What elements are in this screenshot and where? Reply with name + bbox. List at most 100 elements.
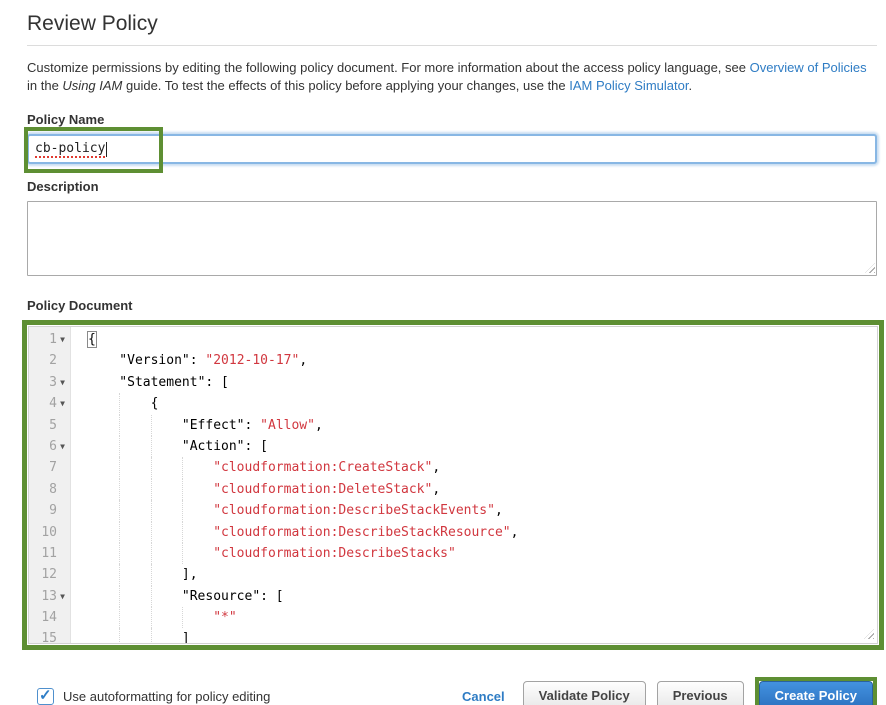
code-line[interactable]: "Version": "2012-10-17",	[70, 350, 307, 371]
code-line[interactable]: ],	[70, 564, 198, 585]
indent-space	[88, 522, 119, 543]
validate-policy-button[interactable]: Validate Policy	[523, 681, 646, 705]
line-number-text: 12	[41, 564, 57, 585]
line-number: 10	[29, 522, 70, 543]
code-line[interactable]: "cloudformation:CreateStack",	[70, 457, 440, 478]
indent-space	[119, 522, 150, 543]
description-field-wrap	[27, 201, 877, 276]
code-line[interactable]: "cloudformation:DescribeStacks"	[70, 543, 456, 564]
json-string-token: "cloudformation:DeleteStack"	[213, 482, 432, 497]
json-plain-token: "Version":	[119, 353, 205, 368]
editor-line: 7 "cloudformation:CreateStack",	[29, 457, 877, 478]
indent-space	[88, 393, 119, 414]
code-line[interactable]: "cloudformation:DeleteStack",	[70, 479, 440, 500]
code-line[interactable]: "Resource": [	[70, 586, 284, 607]
line-number-text: 10	[41, 522, 57, 543]
intro-text: Customize permissions by editing the fol…	[27, 60, 750, 75]
code-line[interactable]: "cloudformation:DescribeStackEvents",	[70, 500, 503, 521]
intro-paragraph: Customize permissions by editing the fol…	[27, 59, 877, 95]
fold-arrow-icon[interactable]: ▼	[57, 586, 68, 607]
json-plain-token: ],	[182, 567, 198, 582]
editor-line: 11 "cloudformation:DescribeStacks"	[29, 543, 877, 564]
editor-line: 5"Effect": "Allow",	[29, 415, 877, 436]
json-plain-token: {	[151, 396, 159, 411]
json-plain-token: ]	[182, 631, 190, 644]
indent-space	[151, 415, 182, 436]
json-plain-token: ,	[495, 503, 503, 518]
policy-document-editor[interactable]: 1▼{2"Version": "2012-10-17",3▼"Statement…	[28, 326, 878, 644]
json-plain-token: "Statement": [	[119, 375, 229, 390]
editor-line: 12],	[29, 564, 877, 585]
indent-space	[119, 564, 150, 585]
editor-line: 6▼"Action": [	[29, 436, 877, 457]
fold-arrow-icon[interactable]: ▼	[57, 393, 68, 414]
editor-line: 2"Version": "2012-10-17",	[29, 350, 877, 371]
matched-brace-token: {	[88, 332, 96, 347]
indent-space	[151, 436, 182, 457]
json-plain-token: ,	[511, 525, 519, 540]
indent-space	[182, 607, 213, 628]
indent-space	[119, 607, 150, 628]
json-string-token: "Allow"	[260, 418, 315, 433]
indent-space	[88, 436, 119, 457]
policy-name-field-wrap: cb-policy	[27, 134, 877, 164]
intro-text: guide. To test the effects of this polic…	[122, 78, 569, 93]
code-line[interactable]: "Effect": "Allow",	[70, 415, 323, 436]
overview-of-policies-link[interactable]: Overview of Policies	[750, 60, 867, 75]
code-line[interactable]: ]	[70, 628, 190, 644]
code-line[interactable]: {	[70, 329, 96, 350]
code-line[interactable]: {	[70, 393, 158, 414]
editor-line: 9"cloudformation:DescribeStackEvents",	[29, 500, 877, 521]
create-policy-button[interactable]: Create Policy	[759, 681, 873, 705]
iam-policy-simulator-link[interactable]: IAM Policy Simulator	[569, 78, 688, 93]
code-line[interactable]: "Statement": [	[70, 372, 229, 393]
indent-space	[88, 607, 119, 628]
autoformat-checkbox[interactable]: ✓	[37, 688, 54, 705]
title-divider	[27, 45, 877, 46]
intro-text: in the	[27, 78, 62, 93]
indent-space	[119, 415, 150, 436]
json-plain-token: ,	[432, 460, 440, 475]
previous-button[interactable]: Previous	[657, 681, 744, 705]
actions-group: Cancel Validate Policy Previous Create P…	[462, 677, 877, 705]
indent-space	[151, 564, 182, 585]
code-line[interactable]: "*"	[70, 607, 237, 628]
policy-document-label: Policy Document	[27, 298, 877, 313]
line-number-text: 11	[41, 543, 57, 564]
indent-space	[151, 500, 182, 521]
editor-line: 1▼{	[29, 329, 877, 350]
indent-space	[88, 350, 119, 371]
json-string-token: "cloudformation:DescribeStackResource"	[213, 525, 510, 540]
fold-arrow-icon[interactable]: ▼	[57, 329, 68, 350]
code-line[interactable]: "Action": [	[70, 436, 268, 457]
editor-line: 15]	[29, 628, 877, 644]
policy-name-input[interactable]: cb-policy	[27, 134, 877, 164]
fold-arrow-icon[interactable]: ▼	[57, 436, 68, 457]
indent-space	[182, 479, 213, 500]
line-number: 13▼	[29, 586, 70, 607]
autoformat-label: Use autoformatting for policy editing	[63, 689, 270, 704]
json-string-token: "cloudformation:DescribeStackEvents"	[213, 503, 495, 518]
description-textarea[interactable]	[27, 201, 877, 276]
line-number: 3▼	[29, 372, 70, 393]
cancel-link[interactable]: Cancel	[462, 689, 505, 704]
text-caret	[106, 142, 107, 157]
editor-line: 13▼"Resource": [	[29, 586, 877, 607]
line-number: 7	[29, 457, 70, 478]
line-number-text: 13	[41, 586, 57, 607]
indent-space	[88, 372, 119, 393]
indent-space	[88, 564, 119, 585]
json-string-token: "cloudformation:CreateStack"	[213, 460, 432, 475]
line-number: 5	[29, 415, 70, 436]
description-label: Description	[27, 179, 877, 194]
code-line[interactable]: "cloudformation:DescribeStackResource",	[70, 522, 518, 543]
line-number-text: 8	[49, 479, 57, 500]
line-number: 14	[29, 607, 70, 628]
indent-space	[119, 586, 150, 607]
fold-arrow-icon[interactable]: ▼	[57, 372, 68, 393]
indent-space	[151, 522, 182, 543]
indent-space	[151, 628, 182, 644]
indent-space	[182, 500, 213, 521]
line-number-text: 7	[49, 457, 57, 478]
line-number: 2	[29, 350, 70, 371]
